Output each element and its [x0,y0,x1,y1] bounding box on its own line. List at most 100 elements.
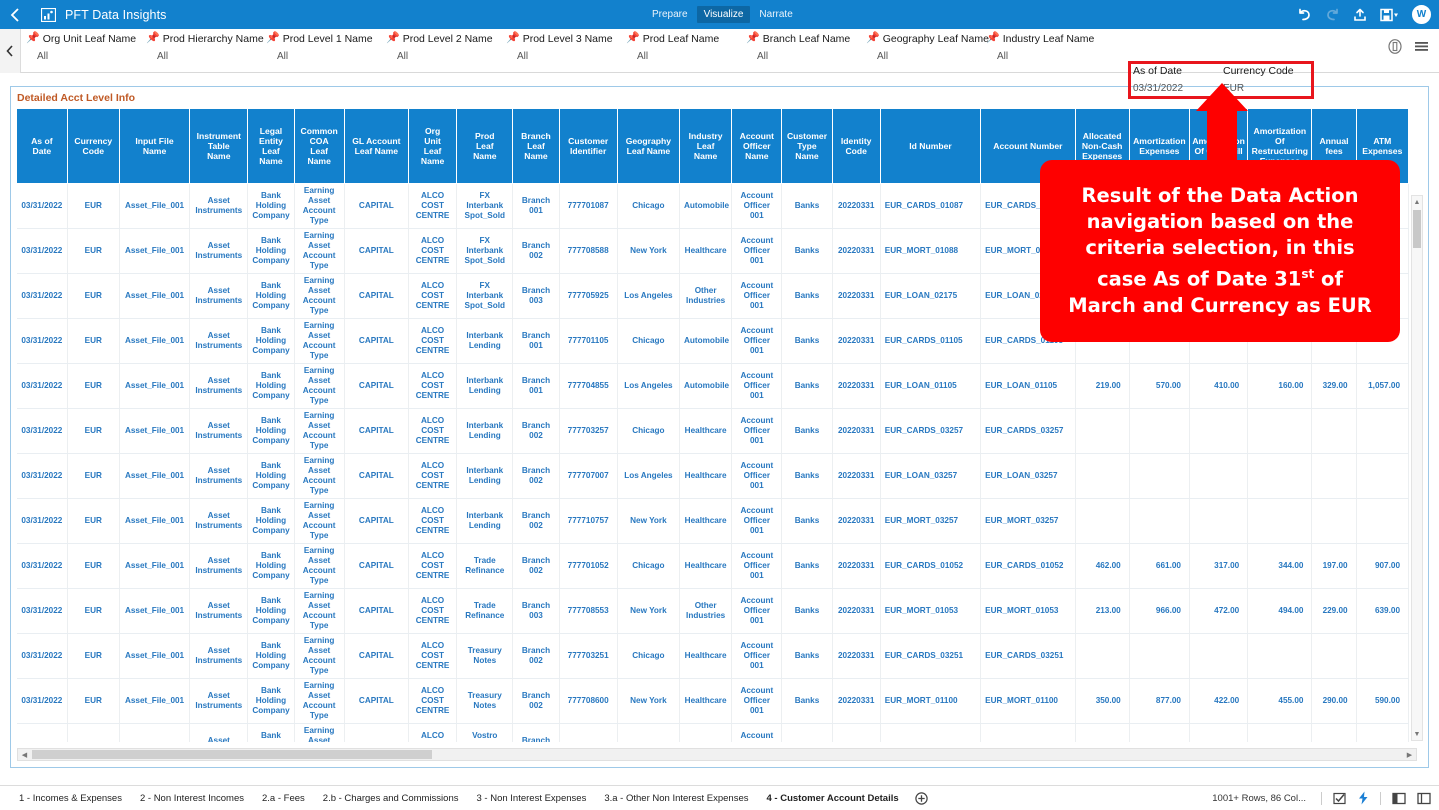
table-cell: Bank Holding Company [248,588,294,633]
comment-icon[interactable] [1388,39,1402,59]
grid-column-header[interactable]: AccountOfficerName [732,109,782,183]
filter-collapse-button[interactable] [0,29,21,73]
table-row[interactable]: 03/31/2022EURAsset_File_001Asset Instrum… [17,588,1409,633]
table-cell [1075,453,1129,498]
grid-horizontal-scrollbar[interactable]: ◀ ▶ [17,748,1417,761]
table-cell: 907.00 [1356,543,1408,588]
avatar[interactable]: W [1412,5,1431,24]
share-icon[interactable] [1353,8,1367,22]
table-cell: 290.00 [1312,678,1356,723]
table-cell: EUR [67,453,119,498]
grid-vertical-scrollbar[interactable]: ▲ ▼ [1411,195,1423,741]
app-title: PFT Data Insights [65,8,167,22]
grid-column-header[interactable]: LegalEntityLeafName [248,109,294,183]
grid-column-header[interactable]: BranchLeafName [513,109,559,183]
table-row[interactable]: 03/31/2022EURAsset_File_001Asset Instrum… [17,453,1409,498]
grid-column-header[interactable]: GL AccountLeaf Name [344,109,408,183]
table-cell: 03/31/2022 [17,633,67,678]
sheet-tab[interactable]: 3 - Non Interest Expenses [467,789,595,808]
scroll-up-icon[interactable]: ▲ [1412,196,1422,208]
filter-prod-level-1-name[interactable]: 📌 Prod Level 1 Name All [264,33,384,62]
menu-icon[interactable] [1414,40,1429,59]
table-cell: EUR [67,363,119,408]
table-cell: Healthcare [680,408,732,453]
sheet-tab[interactable]: 3.a - Other Non Interest Expenses [595,789,757,808]
table-row[interactable]: 03/31/2022EURAsset_File_001Asset Instrum… [17,678,1409,723]
table-row[interactable]: 03/31/2022EURAsset_File_001Asset Instrum… [17,543,1409,588]
table-row[interactable]: 03/31/2022EURAsset_File_001Asset Instrum… [17,363,1409,408]
filter-industry-leaf-name[interactable]: 📌 Industry Leaf Name All [984,33,1104,62]
filter-branch-leaf-name[interactable]: 📌 Branch Leaf Name All [744,33,864,62]
grid-column-header[interactable]: OrgUnitLeafName [408,109,456,183]
table-cell: Other Industries [680,273,732,318]
table-cell: 20220331 [832,228,880,273]
grid-column-header[interactable]: IndustryLeafName [680,109,732,183]
table-cell: Banks [782,318,832,363]
table-cell: EUR_LOAN_01105 [880,363,980,408]
redo-icon[interactable] [1325,8,1340,21]
grid-column-header[interactable]: As ofDate [17,109,67,183]
scroll-left-icon[interactable]: ◀ [18,749,31,760]
undo-icon[interactable] [1297,8,1312,21]
table-cell: EUR_MORT_01100 [880,678,980,723]
sheet-tab[interactable]: 2 - Non Interest Incomes [131,789,253,808]
table-cell: Asset Instruments [190,633,248,678]
criteria-label: Currency Code [1223,65,1313,77]
horizontal-scroll-thumb[interactable] [32,750,432,759]
sheet-tab[interactable]: 2.a - Fees [253,789,314,808]
grid-column-header[interactable]: InstrumentTableName [190,109,248,183]
save-icon[interactable] [1380,8,1399,22]
filter-prod-level-2-name[interactable]: 📌 Prod Level 2 Name All [384,33,504,62]
grid-column-header[interactable]: Input FileName [119,109,189,183]
grid-column-header[interactable]: CustomerIdentifier [559,109,617,183]
table-cell: Branch 002 [513,633,559,678]
grid-column-header[interactable]: IdentityCode [832,109,880,183]
pin-icon: 📌 [746,33,760,44]
vertical-scroll-thumb[interactable] [1413,210,1421,248]
table-row[interactable]: 03/31/2022EURAsset_File_001Asset Instrum… [17,723,1409,742]
scroll-down-icon[interactable]: ▼ [1412,728,1422,740]
table-cell: EUR_MORT_03257 [981,498,1075,543]
filter-prod-level-3-name[interactable]: 📌 Prod Level 3 Name All [504,33,624,62]
mode-narrate[interactable]: Narrate [752,6,799,23]
grid-column-header[interactable]: Id Number [880,109,980,183]
back-button[interactable] [0,0,30,29]
table-cell: CAPITAL [344,588,408,633]
refresh-icon[interactable] [1358,791,1369,805]
table-row[interactable]: 03/31/2022EURAsset_File_001Asset Instrum… [17,498,1409,543]
panel-left-icon[interactable] [1392,792,1406,805]
grid-column-header[interactable]: GeographyLeaf Name [617,109,679,183]
table-cell: New York [617,678,679,723]
table-cell [1189,453,1247,498]
bottom-right-status: 1001+ Rows, 86 Col... [1212,791,1431,805]
sheet-tab[interactable]: 1 - Incomes & Expenses [10,789,131,808]
table-cell: Branch 002 [513,543,559,588]
table-cell: Healthcare [680,453,732,498]
grid-column-header[interactable]: CurrencyCode [67,109,119,183]
grid-column-header[interactable]: CustomerTypeName [782,109,832,183]
data-check-icon[interactable] [1333,792,1347,805]
mode-prepare[interactable]: Prepare [645,6,695,23]
table-cell: EUR [67,543,119,588]
mode-visualize[interactable]: Visualize [697,6,751,23]
grid-column-header[interactable]: ProdLeafName [457,109,513,183]
plus-circle-icon[interactable] [915,792,928,805]
filter-org-unit-leaf-name[interactable]: 📌 Org Unit Leaf Name All [24,33,144,62]
table-cell: EUR [67,273,119,318]
filter-prod-hierarchy-name[interactable]: 📌 Prod Hierarchy Name All [144,33,264,62]
grid-column-header[interactable]: CommonCOALeafName [294,109,344,183]
filter-geography-leaf-name[interactable]: 📌 Geography Leaf Name All [864,33,984,62]
table-cell: CAPITAL [344,318,408,363]
panel-right-icon[interactable] [1417,792,1431,805]
table-cell: Bank Holding Company [248,363,294,408]
table-cell: 20220331 [832,543,880,588]
scroll-right-icon[interactable]: ▶ [1403,749,1416,760]
table-row[interactable]: 03/31/2022EURAsset_File_001Asset Instrum… [17,408,1409,453]
table-cell: CAPITAL [344,678,408,723]
sheet-tab[interactable]: 2.b - Charges and Commissions [314,789,468,808]
table-row[interactable]: 03/31/2022EURAsset_File_001Asset Instrum… [17,633,1409,678]
sheet-tab[interactable]: 4 - Customer Account Details [757,789,907,808]
table-cell: ALCO COST CENTRE [408,318,456,363]
filter-prod-leaf-name[interactable]: 📌 Prod Leaf Name All [624,33,744,62]
table-cell: Vostro Account Class [457,723,513,742]
